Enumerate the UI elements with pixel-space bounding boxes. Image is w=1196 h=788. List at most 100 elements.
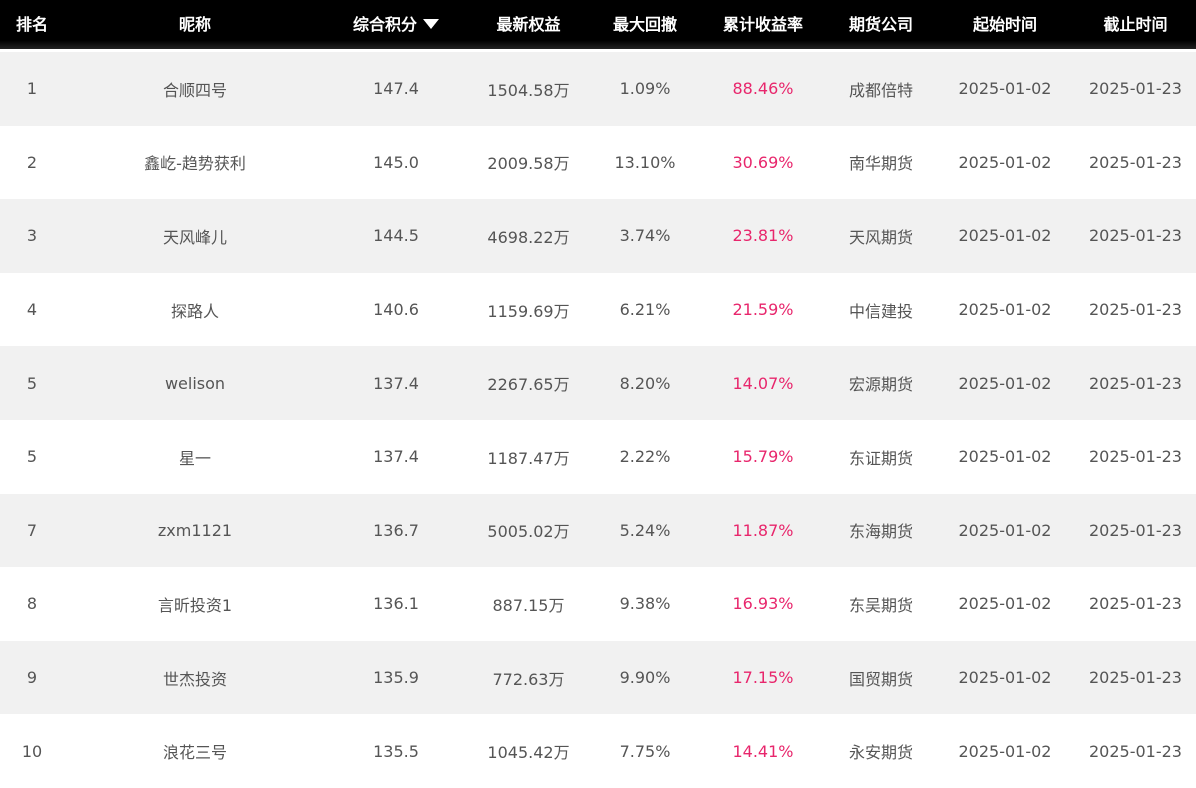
header-nickname-label: 昵称: [178, 15, 211, 34]
cell-equity: 887.15万: [492, 595, 565, 615]
cell-return: 14.07%: [732, 373, 794, 393]
cell-score: 144.5: [373, 226, 419, 246]
cell-drawdown: 7.75%: [619, 741, 671, 761]
header-return-label: 累计收益率: [722, 15, 803, 34]
header-nickname: 昵称: [64, 0, 326, 49]
cell-start: 2025-01-02: [958, 79, 1052, 99]
header-return: 累计收益率: [699, 0, 827, 49]
cell-drawdown: 9.38%: [619, 594, 671, 614]
cell-start: 2025-01-02: [958, 668, 1052, 688]
header-broker-label: 期货公司: [848, 15, 913, 34]
cell-drawdown: 6.21%: [619, 300, 671, 320]
cell-broker: 中信建投: [848, 301, 913, 321]
table-row: 2 鑫屹-趋势获利 145.0 2009.58万 13.10% 30.69% 南…: [0, 125, 1196, 200]
cell-equity: 772.63万: [492, 669, 565, 689]
cell-equity: 2267.65万: [487, 375, 570, 395]
cell-end: 2025-01-23: [1089, 79, 1182, 99]
header-equity: 最新权益: [466, 0, 591, 49]
cell-rank: 5: [26, 373, 38, 393]
cell-drawdown: 1.09%: [619, 79, 671, 99]
cell-nickname: 鑫屹-趋势获利: [144, 154, 246, 174]
cell-equity: 5005.02万: [487, 522, 570, 542]
cell-rank: 9: [26, 668, 38, 688]
cell-return: 21.59%: [732, 300, 794, 320]
table-row: 5 welison 137.4 2267.65万 8.20% 14.07% 宏源…: [0, 346, 1196, 420]
cell-rank: 2: [26, 152, 38, 172]
cell-drawdown: 13.10%: [614, 152, 676, 172]
cell-start: 2025-01-02: [958, 226, 1052, 246]
cell-return: 30.69%: [732, 152, 794, 172]
cell-nickname: 星一: [178, 448, 211, 468]
header-drawdown: 最大回撤: [591, 0, 699, 49]
cell-score: 135.5: [373, 741, 419, 761]
cell-broker: 成都倍特: [848, 80, 913, 100]
header-end: 截止时间: [1075, 0, 1196, 49]
cell-end: 2025-01-23: [1089, 447, 1182, 467]
cell-broker: 东证期货: [848, 448, 913, 468]
cell-rank: 3: [26, 226, 38, 246]
caret-down-icon: [423, 19, 439, 29]
header-score-label: 综合积分: [352, 15, 417, 34]
cell-score: 136.7: [373, 520, 419, 540]
cell-return: 88.46%: [732, 79, 794, 99]
cell-return: 15.79%: [732, 447, 794, 467]
cell-score: 137.4: [373, 447, 419, 467]
header-row: 排名 昵称 综合积分 最新权益 最大回撤 累计收益率 期货公司 起始时间 截止时…: [0, 0, 1196, 52]
cell-broker: 宏源期货: [848, 375, 913, 395]
cell-equity: 4698.22万: [487, 227, 570, 247]
cell-equity: 1045.42万: [487, 743, 570, 763]
cell-nickname: zxm1121: [157, 520, 233, 540]
cell-drawdown: 5.24%: [619, 520, 671, 540]
cell-nickname: 言昕投资1: [157, 595, 233, 615]
cell-equity: 1504.58万: [487, 80, 570, 100]
cell-score: 145.0: [373, 152, 419, 172]
cell-return: 14.41%: [732, 741, 794, 761]
cell-drawdown: 9.90%: [619, 668, 671, 688]
cell-rank: 1: [26, 79, 38, 99]
header-broker: 期货公司: [827, 0, 935, 49]
cell-nickname: 浪花三号: [162, 743, 227, 763]
table-header: 排名 昵称 综合积分 最新权益 最大回撤 累计收益率 期货公司 起始时间 截止时…: [0, 0, 1196, 52]
header-rank: 排名: [0, 0, 64, 49]
cell-end: 2025-01-23: [1089, 226, 1182, 246]
header-rank-label: 排名: [15, 15, 48, 34]
cell-drawdown: 3.74%: [619, 226, 671, 246]
cell-end: 2025-01-23: [1089, 741, 1182, 761]
cell-end: 2025-01-23: [1089, 668, 1182, 688]
cell-rank: 4: [26, 300, 38, 320]
cell-end: 2025-01-23: [1089, 152, 1182, 172]
cell-broker: 东吴期货: [848, 595, 913, 615]
cell-start: 2025-01-02: [958, 373, 1052, 393]
cell-return: 16.93%: [732, 594, 794, 614]
header-end-label: 截止时间: [1103, 15, 1168, 34]
cell-drawdown: 2.22%: [619, 447, 671, 467]
cell-broker: 国贸期货: [848, 669, 913, 689]
table-row: 1 合顺四号 147.4 1504.58万 1.09% 88.46% 成都倍特 …: [0, 52, 1196, 126]
cell-rank: 10: [21, 741, 43, 761]
cell-nickname: 合顺四号: [162, 80, 227, 100]
table-row: 7 zxm1121 136.7 5005.02万 5.24% 11.87% 东海…: [0, 493, 1196, 568]
cell-nickname: 探路人: [170, 301, 219, 321]
cell-rank: 8: [26, 594, 38, 614]
table-body: 1 合顺四号 147.4 1504.58万 1.09% 88.46% 成都倍特 …: [0, 52, 1196, 788]
table-row: 9 世杰投资 135.9 772.63万 9.90% 17.15% 国贸期货 2…: [0, 640, 1196, 715]
cell-end: 2025-01-23: [1089, 300, 1182, 320]
table-row: 3 天风峰儿 144.5 4698.22万 3.74% 23.81% 天风期货 …: [0, 199, 1196, 273]
header-start-label: 起始时间: [972, 15, 1037, 34]
cell-start: 2025-01-02: [958, 741, 1052, 761]
cell-drawdown: 8.20%: [619, 373, 671, 393]
header-start: 起始时间: [935, 0, 1075, 49]
cell-score: 140.6: [373, 300, 419, 320]
cell-end: 2025-01-23: [1089, 373, 1182, 393]
cell-start: 2025-01-02: [958, 300, 1052, 320]
cell-broker: 南华期货: [848, 154, 913, 174]
cell-end: 2025-01-23: [1089, 594, 1182, 614]
cell-return: 17.15%: [732, 668, 794, 688]
cell-equity: 1187.47万: [487, 448, 570, 468]
table-row: 8 言昕投资1 136.1 887.15万 9.38% 16.93% 东吴期货 …: [0, 567, 1196, 641]
table-row: 4 探路人 140.6 1159.69万 6.21% 21.59% 中信建投 2…: [0, 272, 1196, 347]
header-score-sort[interactable]: 综合积分: [326, 0, 466, 49]
cell-end: 2025-01-23: [1089, 520, 1182, 540]
cell-equity: 2009.58万: [487, 154, 570, 174]
cell-score: 136.1: [373, 594, 419, 614]
